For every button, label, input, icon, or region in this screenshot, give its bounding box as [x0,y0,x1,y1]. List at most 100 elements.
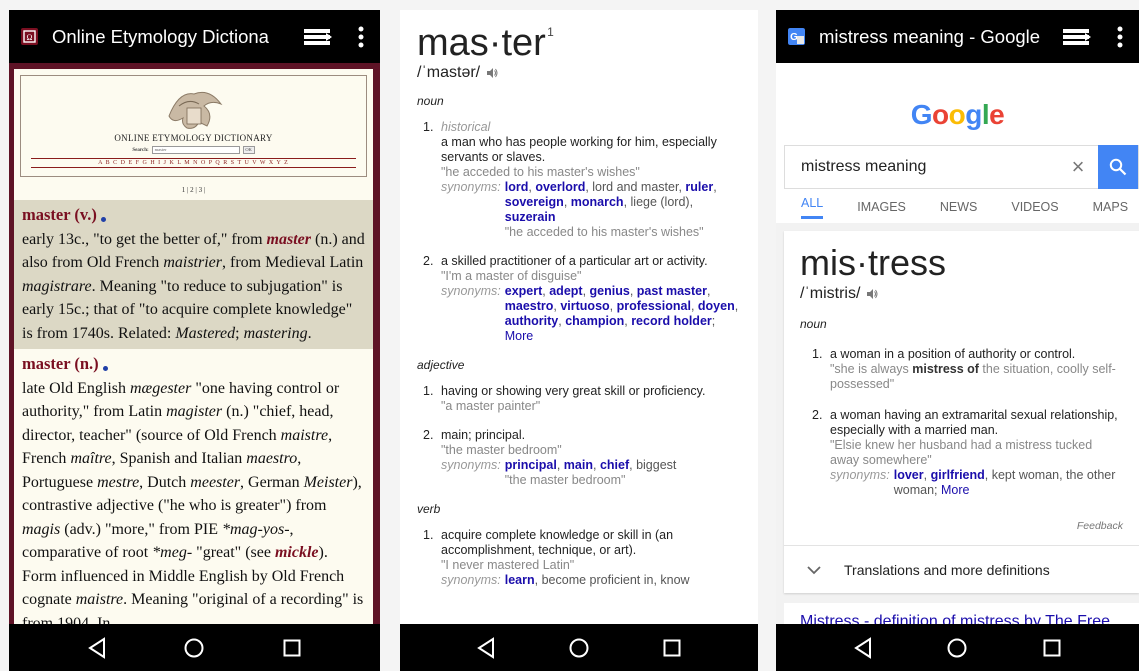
home-icon[interactable] [568,637,590,659]
homograph-number: 1 [547,25,554,39]
xref-link[interactable]: master [267,231,311,248]
page-content: ONLINE ETYMOLOGY DICTIONARY Search: mast… [9,63,380,624]
translations-expander[interactable]: Translations and more definitions [784,545,1139,593]
synonym-link[interactable]: past master [637,284,707,298]
speaker-icon[interactable] [486,67,498,79]
headword: mas·ter 1 [417,22,554,64]
android-nav-bar [776,624,1139,671]
synonyms-row: synonyms: learn, become proficient in, k… [441,573,741,588]
feedback-link[interactable]: Feedback [800,520,1123,532]
home-icon[interactable] [183,637,205,659]
tab-news[interactable]: NEWS [923,200,995,214]
page-title: Online Etymology Dictiona [52,25,269,47]
example-highlight: mistress of [912,362,979,376]
entry-headword[interactable]: master (n.) [22,354,99,373]
etymonline-favicon: Ω [21,28,38,45]
adjective-sense-1: 1. having or showing very great skill or… [423,384,741,414]
xref-link[interactable]: mickle [275,544,319,561]
synonym-text: lord and master [592,180,679,194]
tab-videos[interactable]: VIDEOS [994,200,1075,214]
tab-all[interactable]: ALL [784,196,840,219]
search-ok-button[interactable]: OK [242,146,255,154]
pagination[interactable]: 1 | 2 | 3 | [14,186,373,200]
search-input[interactable]: mistress meaning [785,158,1058,176]
google-logo-letter: G [910,99,933,130]
synonym-link[interactable]: lover [894,468,924,482]
alphabet-index[interactable]: A B C D E F G H I J K L M N O P Q R S T … [31,158,356,168]
speaker-icon[interactable] [866,288,878,300]
tabs-icon[interactable] [304,27,332,47]
synonym-link[interactable]: champion [565,314,624,328]
search-tabs: ALL IMAGES NEWS VIDEOS MAPS [784,191,1139,223]
entry-headword[interactable]: master (v.) [22,205,97,224]
back-icon[interactable] [476,636,496,659]
pos-adjective: adjective [417,358,465,372]
tabs-icon[interactable] [1063,27,1091,47]
example: "I never mastered Latin" [441,558,575,572]
synonym-link[interactable]: sovereign [505,195,564,209]
synonym-link[interactable]: overlord [535,180,585,194]
synonym-link[interactable]: record holder [631,314,712,328]
entry-italic: Mastered [175,324,236,342]
recents-icon[interactable] [282,638,302,658]
back-icon[interactable] [853,636,873,659]
synonym-link[interactable]: expert [505,284,543,298]
synonym-link[interactable]: monarch [571,195,624,209]
synonym-link[interactable]: virtuoso [560,299,609,313]
synonym-link[interactable]: lord [505,180,529,194]
entry-italic: mestre [97,473,140,491]
definition: a woman in a position of authority or co… [830,347,1076,361]
tab-images[interactable]: IMAGES [840,200,923,214]
entry-italic: maistrier [163,254,222,271]
synonym-link[interactable]: doyen [698,299,735,313]
overflow-menu-icon[interactable] [358,26,364,48]
search-button[interactable] [1098,145,1138,189]
android-nav-bar [9,624,380,671]
headword-text: mas·ter [417,22,546,64]
entry-master-noun: master (n.) late Old English mægester "o… [14,349,373,624]
home-icon[interactable] [946,637,968,659]
phonetic-row: /ˈmastər/ [417,64,741,82]
entry-italic: meester [190,473,241,491]
sense-body: acquire complete knowledge or skill in (… [441,528,741,588]
overflow-menu-icon[interactable] [1117,26,1123,48]
back-icon[interactable] [87,636,107,659]
synonym-link[interactable]: ruler [685,180,713,194]
synonym-link[interactable]: maestro [505,299,554,313]
definition-content: mas·ter 1 /ˈmastər/ noun 1. historical a … [400,10,758,624]
google-logo[interactable]: Google [776,99,1139,131]
noun-sense-1: 1. historical a man who has people worki… [423,120,741,240]
synonym-link[interactable]: principal [505,458,557,472]
tab-maps[interactable]: MAPS [1076,200,1139,214]
pos-noun: noun [417,94,444,108]
google-logo-letter: o [948,99,966,130]
link-dot-icon[interactable] [102,366,108,371]
sense-body: a woman having an extramarital sexual re… [830,408,1123,498]
link-dot-icon[interactable] [100,217,106,222]
synonym-link[interactable]: girlfriend [931,468,985,482]
entry-text: , from Medieval Latin [221,254,364,271]
sense-number: 2. [423,254,434,268]
synonym-link[interactable]: chief [600,458,629,472]
usage-label: historical [441,120,491,134]
more-link[interactable]: More [505,329,533,343]
synonym-link[interactable]: professional [617,299,691,313]
more-link[interactable]: More [941,483,969,497]
synonym-link[interactable]: suzerain [505,210,556,224]
synonyms-list: learn, become proficient in, know [504,573,690,587]
sense-number: 2. [423,428,434,442]
synonym-link[interactable]: genius [590,284,630,298]
search-input[interactable]: master [151,146,240,154]
synonym-link[interactable]: adept [549,284,582,298]
synonym-link[interactable]: learn [505,573,535,587]
page-title: mistress meaning - Google [819,25,1041,47]
search-result-title[interactable]: Mistress - definition of mistress by The… [784,603,1139,624]
google-search-screen: G mistress meaning - Google Google mistr… [776,10,1139,671]
synonym-link[interactable]: main [564,458,593,472]
recents-icon[interactable] [1042,638,1062,658]
synonym-link[interactable]: authority [505,314,558,328]
chevron-down-icon [784,562,844,578]
recents-icon[interactable] [662,638,682,658]
clear-icon[interactable]: × [1058,154,1098,180]
synonym-text: liege (lord) [630,195,690,209]
